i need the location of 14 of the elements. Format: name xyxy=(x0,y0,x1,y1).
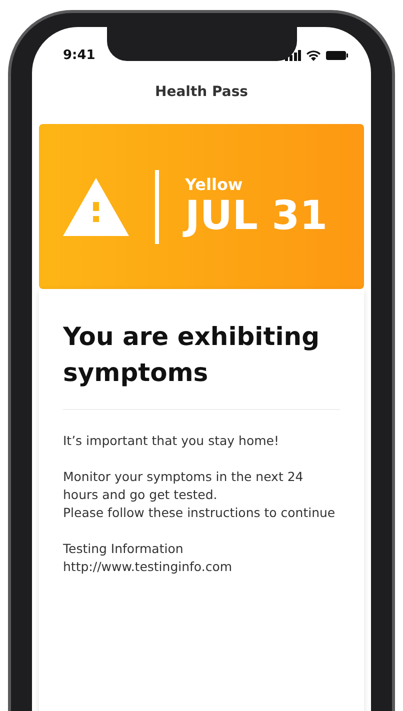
message-text: Testing Information xyxy=(63,540,184,558)
message-text: Please follow these instructions to continue xyxy=(63,504,336,522)
signal-icon xyxy=(285,50,301,60)
message-text: It’s important that you stay home! xyxy=(63,432,280,450)
battery-icon xyxy=(326,50,348,60)
screen-title: Health Pass xyxy=(154,84,249,100)
status-label: Yellow xyxy=(185,176,244,194)
message-title: You are exhibiting symptoms xyxy=(63,321,320,389)
message-text: Monitor your symptoms in the next 24 hours and go get tested. xyxy=(63,468,304,504)
testing-link[interactable]: http://www.testinginfo.com xyxy=(63,558,340,576)
status-time: 9:41 xyxy=(63,48,96,62)
status-date: JUL 31 xyxy=(185,194,328,238)
wifi-icon xyxy=(306,50,321,60)
warning-icon xyxy=(63,178,129,236)
